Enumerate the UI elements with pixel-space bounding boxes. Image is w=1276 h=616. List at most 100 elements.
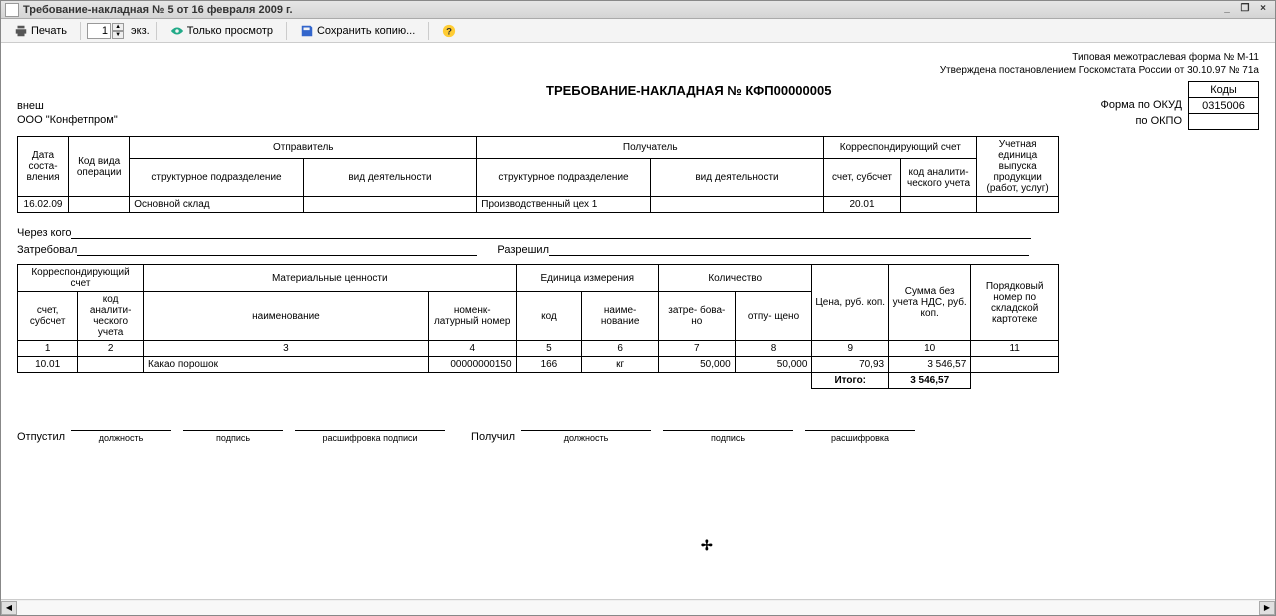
svg-text:?: ?: [446, 26, 452, 37]
ih-qty: Количество: [658, 265, 811, 292]
save-copy-label: Сохранить копию...: [317, 25, 415, 37]
item-analytic: [78, 357, 144, 373]
eye-icon: [170, 24, 184, 38]
save-icon: [300, 24, 314, 38]
item-name: Какао порошок: [144, 357, 429, 373]
window-title: Требование-накладная № 5 от 16 февраля 2…: [23, 4, 1219, 16]
item-order: [971, 357, 1059, 373]
via-label: Через кого: [17, 227, 71, 239]
val-sender-struct: Основной склад: [130, 197, 304, 213]
item-account: 10.01: [18, 357, 78, 373]
copies-spinner[interactable]: ▲ ▼: [87, 23, 124, 39]
close-button[interactable]: ×: [1255, 3, 1271, 17]
requested-label: Затребовал: [17, 244, 77, 256]
val-date: 16.02.09: [18, 197, 69, 213]
copies-input[interactable]: [87, 23, 111, 39]
received-position-line: [521, 429, 651, 431]
save-copy-button[interactable]: Сохранить копию...: [293, 21, 422, 41]
ih-materials: Материальные ценности: [144, 265, 517, 292]
val-receiver-struct: Производственный цех 1: [477, 197, 651, 213]
view-only-label: Только просмотр: [187, 25, 273, 37]
header-table: Дата соста- вления Код вида операции Отп…: [17, 136, 1059, 213]
print-button[interactable]: Печать: [7, 21, 74, 41]
hdr-receiver-struct: структурное подразделение: [477, 159, 651, 197]
item-requested: 50,000: [658, 357, 735, 373]
items-table: Корреспондирующий счет Материальные ценн…: [17, 264, 1059, 389]
item-row: 10.01 Какао порошок 00000000150 166 кг 5…: [18, 357, 1059, 373]
document-area[interactable]: Типовая межотраслевая форма № М-11 Утвер…: [1, 43, 1275, 599]
vnesh-label: внеш: [17, 100, 1101, 112]
received-label: Получил: [471, 431, 515, 443]
total-row: Итого: 3 546,57: [18, 373, 1059, 389]
hdr-receiver-activity: вид деятельности: [650, 159, 824, 197]
ih-name: наименование: [144, 292, 429, 341]
toolbar: Печать ▲ ▼ экз. Только просмотр Сохранит…: [1, 19, 1275, 43]
hdr-receiver: Получатель: [477, 137, 824, 159]
ih-unit: Единица измерения: [516, 265, 658, 292]
ih-requested: затре- бова- но: [658, 292, 735, 341]
restore-button[interactable]: ❐: [1237, 3, 1253, 17]
item-nomen: 00000000150: [428, 357, 516, 373]
spin-down-button[interactable]: ▼: [112, 31, 124, 39]
ih-code: код: [516, 292, 582, 341]
item-code: 166: [516, 357, 582, 373]
form-meta: Типовая межотраслевая форма № М-11 Утвер…: [17, 51, 1259, 77]
ih-released: отпу- щено: [735, 292, 812, 341]
codes-header: Коды: [1189, 82, 1259, 98]
spin-up-button[interactable]: ▲: [112, 23, 124, 31]
released-signature-line: [183, 429, 283, 431]
scroll-left-button[interactable]: ◀: [1, 601, 17, 615]
okud-value: 0315006: [1189, 98, 1259, 114]
hdr-date: Дата соста- вления: [18, 137, 69, 197]
print-label: Печать: [31, 25, 67, 37]
allowed-label: Разрешил: [497, 244, 549, 256]
copies-label: экз.: [131, 25, 150, 37]
item-unit-name: кг: [582, 357, 659, 373]
cap-decoding-2: расшифровка: [831, 433, 889, 443]
titlebar: Требование-накладная № 5 от 16 февраля 2…: [1, 1, 1275, 19]
ih-order: Порядковый номер по складской картотеке: [971, 265, 1059, 341]
hdr-sender: Отправитель: [130, 137, 477, 159]
ih-account: счет, субсчет: [18, 292, 78, 341]
hdr-unit: Учетная единица выпуска продукции (работ…: [977, 137, 1059, 197]
released-decoding-line: [295, 429, 445, 431]
cap-position-2: должность: [564, 433, 609, 443]
item-price: 70,93: [812, 357, 889, 373]
codes-table: Коды 0315006: [1188, 81, 1259, 130]
ih-corr: Корреспондирующий счет: [18, 265, 144, 292]
hdr-analytic: код аналити- ческого учета: [900, 159, 977, 197]
cap-signature-2: подпись: [711, 433, 745, 443]
received-decoding-line: [805, 429, 915, 431]
released-label: Отпустил: [17, 431, 65, 443]
allowed-line: [549, 242, 1029, 256]
minimize-button[interactable]: _: [1219, 3, 1235, 17]
scroll-right-button[interactable]: ▶: [1259, 601, 1275, 615]
okud-label: Форма по ОКУД: [1101, 97, 1183, 113]
ih-unit-name: наиме- нование: [582, 292, 659, 341]
hdr-sender-activity: вид деятельности: [303, 159, 477, 197]
released-position-line: [71, 429, 171, 431]
ih-price: Цена, руб. коп.: [812, 265, 889, 341]
help-icon: ?: [442, 24, 456, 38]
help-button[interactable]: ?: [435, 21, 463, 41]
scroll-track[interactable]: [17, 601, 1259, 615]
cap-position-1: должность: [99, 433, 144, 443]
item-released: 50,000: [735, 357, 812, 373]
total-label: Итого:: [812, 373, 889, 389]
organization-name: ООО "Конфетпром": [17, 114, 1101, 126]
view-only-button[interactable]: Только просмотр: [163, 21, 280, 41]
hdr-sender-struct: структурное подразделение: [130, 159, 304, 197]
column-numbers-row: 1 2 3 4 5 6 7 8 9 10 11: [18, 341, 1059, 357]
form-meta-line1: Типовая межотраслевая форма № М-11: [17, 51, 1259, 64]
print-icon: [14, 24, 28, 38]
via-line: [71, 225, 1031, 239]
item-sum: 3 546,57: [889, 357, 971, 373]
ih-sum: Сумма без учета НДС, руб. коп.: [889, 265, 971, 341]
form-meta-line2: Утверждена постановлением Госкомстата Ро…: [17, 64, 1259, 77]
document-icon: [5, 3, 19, 17]
header-data-row: 16.02.09 Основной склад Производственный…: [18, 197, 1059, 213]
total-value: 3 546,57: [889, 373, 971, 389]
horizontal-scrollbar[interactable]: ◀ ▶: [1, 599, 1275, 615]
cap-decoding-1: расшифровка подписи: [323, 433, 418, 443]
document-title: ТРЕБОВАНИЕ-НАКЛАДНАЯ № КФП00000005: [277, 83, 1101, 98]
